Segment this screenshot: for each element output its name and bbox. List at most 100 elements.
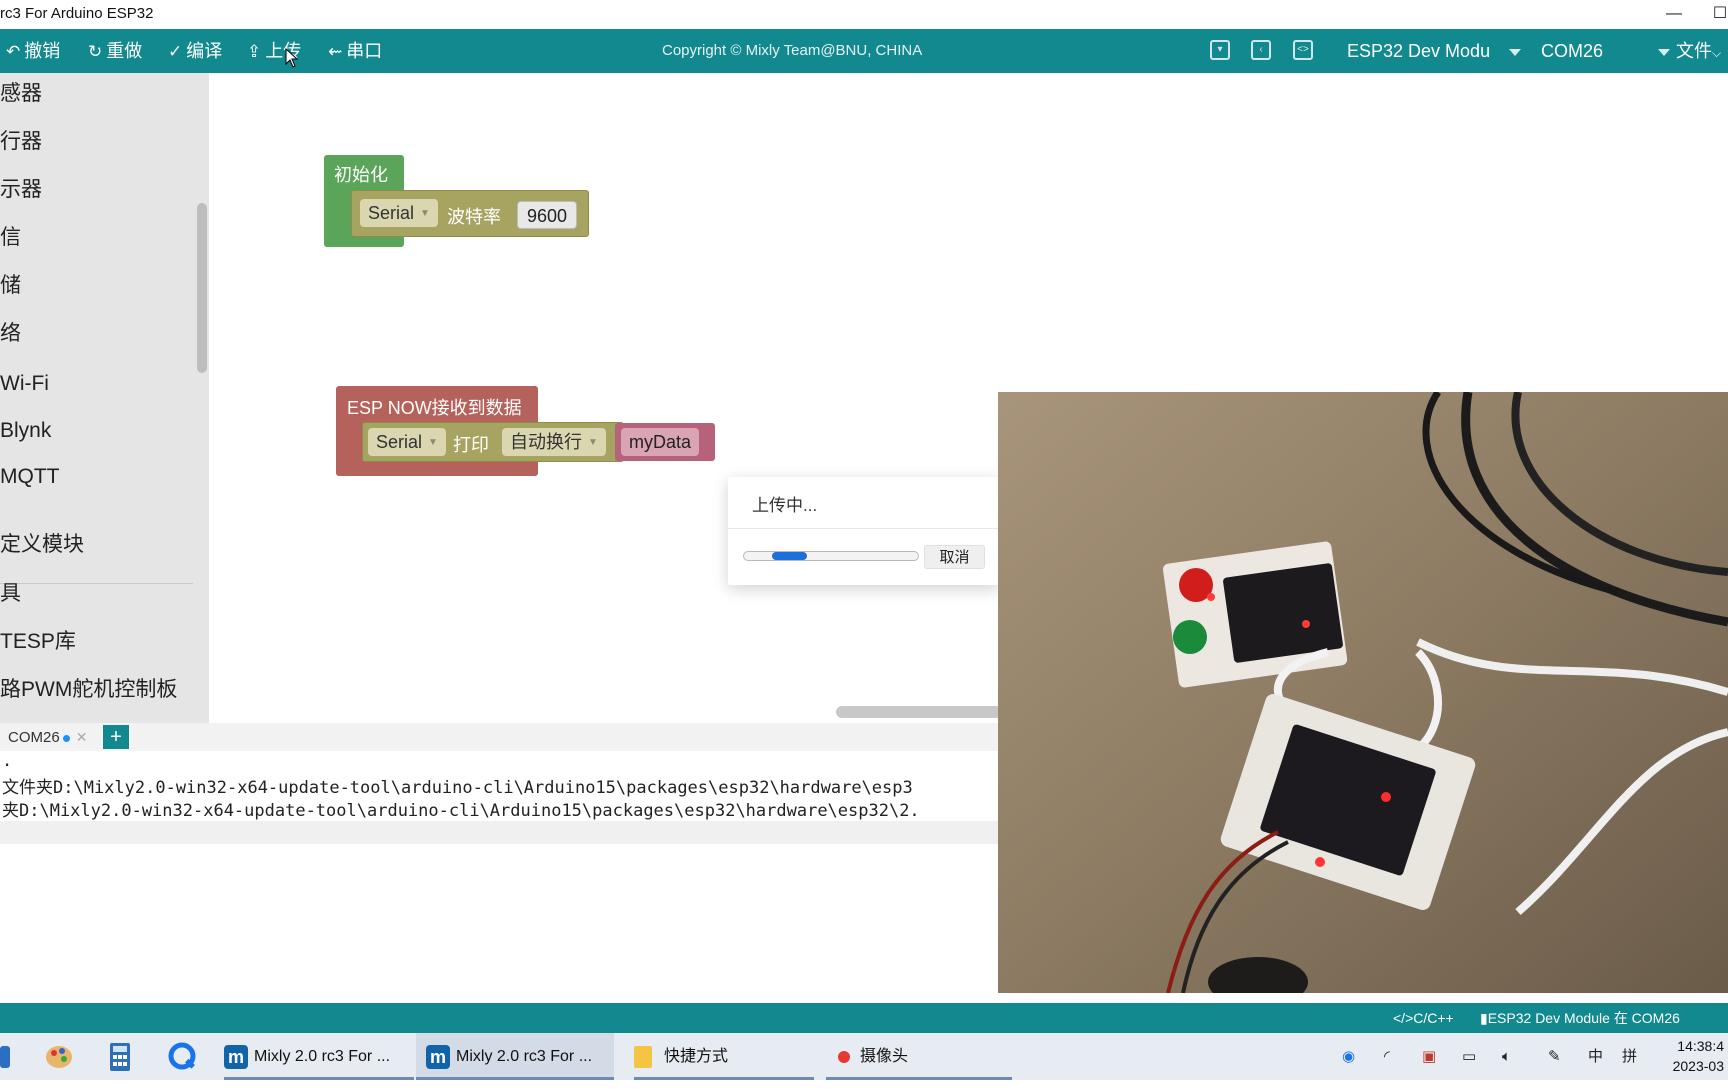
language-status[interactable]: </>C/C++ <box>1393 1003 1454 1033</box>
minimize-button[interactable]: — <box>1654 2 1694 26</box>
sidebar-item-sensors[interactable]: 感器 <box>0 77 42 107</box>
espnow-block-header: ESP NOW接收到数据 <box>347 398 522 418</box>
redo-icon: ↻ <box>88 42 103 61</box>
taskbar: m Mixly 2.0 rc3 For ... m Mixly 2.0 rc3 Fo… <box>0 1033 1728 1080</box>
window-title: rc3 For Arduino ESP32 <box>0 5 154 22</box>
title-bar: rc3 For Arduino ESP32 — ☐ <box>0 0 1728 29</box>
add-tab-button[interactable]: + <box>103 725 129 749</box>
battery-icon[interactable]: ▭ <box>1462 1033 1476 1080</box>
upload-dialog-title: 上传中... <box>752 496 818 515</box>
redo-label: 重做 <box>106 41 143 61</box>
chevron-down-icon <box>1509 48 1522 56</box>
mydata-variable[interactable]: myData <box>621 428 700 456</box>
upload-dialog: 上传中... 取消 <box>728 477 1000 585</box>
compile-button[interactable]: ✓ 编译 <box>168 29 222 73</box>
print-mode-value: 自动换行 <box>510 432 582 452</box>
language-label: C/C++ <box>1413 1010 1454 1026</box>
board-select[interactable]: ESP32 Dev Modu <box>1347 29 1522 73</box>
taskbar-app-mixly-1[interactable]: m Mixly 2.0 rc3 For ... <box>224 1033 414 1080</box>
taskbar-app-label: 摄像头 <box>860 1048 909 1065</box>
tab-com26[interactable]: COM26 ✕ <box>0 723 87 751</box>
sidebar-item-custom-module[interactable]: 定义模块 <box>0 528 84 558</box>
wifi-icon[interactable]: ◜ <box>1384 1033 1390 1080</box>
toolbar: ↶ 撤销 ↻ 重做 ✓ 编译 ⇪ 上传 ⇜ 串口 Copyright © Mixly Te… <box>0 29 1728 73</box>
mydata-variable-block[interactable]: myData <box>615 423 715 461</box>
clock[interactable]: 14:38:4 2023-03 <box>1673 1036 1724 1076</box>
upload-progress-fill <box>771 552 807 560</box>
redo-button[interactable]: ↻ 重做 <box>88 29 142 73</box>
cortana-icon[interactable]: ◉ <box>1342 1033 1355 1080</box>
paint-icon[interactable] <box>44 1033 78 1080</box>
sidebar-item-actuators[interactable]: 行器 <box>0 125 42 155</box>
sidebar-item-network[interactable]: 络 <box>0 317 21 347</box>
upload-progress-bar <box>743 551 919 561</box>
sidebar-item-esp-lib[interactable]: TESP库 <box>0 625 76 655</box>
clock-time: 14:38:4 <box>1677 1038 1724 1054</box>
file-menu-label: 文件 <box>1676 41 1712 61</box>
code-view-icon[interactable]: <> <box>1293 40 1313 60</box>
upload-icon: ⇪ <box>247 42 262 61</box>
taskbar-app-mixly-2[interactable]: m Mixly 2.0 rc3 For ... <box>416 1033 614 1080</box>
status-bar: </>C/C++ ▮ESP32 Dev Module 在 COM26 <box>0 1003 1728 1033</box>
check-icon: ✓ <box>168 42 183 61</box>
baud-input[interactable]: 9600 <box>517 201 577 229</box>
serial-input-row[interactable] <box>0 821 998 844</box>
security-icon[interactable]: ▣ <box>1422 1033 1436 1080</box>
calculator-icon[interactable] <box>108 1033 136 1080</box>
sidebar-item-tools[interactable]: 具 <box>0 577 21 607</box>
sidebar-divider <box>0 583 193 584</box>
cancel-upload-button[interactable]: 取消 <box>924 545 985 569</box>
chevron-down-icon: ▼ <box>420 208 430 220</box>
undo-button[interactable]: ↶ 撤销 <box>6 29 60 73</box>
camera-photo <box>998 392 1728 993</box>
undo-label: 撤销 <box>24 41 61 61</box>
volume-icon[interactable]: 🔈︎ <box>1502 1033 1511 1080</box>
serial-port-dropdown[interactable]: Serial ▼ <box>360 199 438 227</box>
print-label: 打印 <box>453 435 489 455</box>
sidebar-toggle-icon[interactable]: ‹ <box>1251 40 1271 60</box>
ime-mode[interactable]: 拼 <box>1622 1033 1637 1080</box>
folder-icon <box>634 1045 652 1068</box>
print-mode-dropdown[interactable]: 自动换行 ▼ <box>502 428 606 456</box>
output-line: 文件夹D:\Mixly2.0-win32-x64-update-tool\ard… <box>2 778 913 798</box>
tab-com26-label: COM26 <box>8 729 60 746</box>
undo-icon: ↶ <box>6 42 21 61</box>
sidebar-item-storage[interactable]: 储 <box>0 269 21 299</box>
sidebar-item-comm[interactable]: 信 <box>0 221 21 251</box>
serial-tab-bar: COM26 ✕ + <box>0 723 998 751</box>
start-icon[interactable] <box>0 1033 20 1080</box>
search-app-icon[interactable] <box>168 1033 200 1080</box>
camera-preview <box>998 392 1728 993</box>
taskbar-app-shortcut[interactable]: 快捷方式 <box>634 1033 814 1080</box>
archive-icon[interactable]: ▾ <box>1210 40 1230 60</box>
code-icon: </> <box>1393 1010 1414 1026</box>
serial-port-value: Serial <box>376 432 423 452</box>
close-icon[interactable]: ✕ <box>76 729 88 745</box>
maximize-button[interactable]: ☐ <box>1700 2 1728 26</box>
board-select-value: ESP32 Dev Modu <box>1347 41 1491 61</box>
taskbar-app-camera[interactable]: 摄像头 <box>826 1033 1012 1080</box>
mouse-cursor-icon <box>285 48 299 68</box>
serial-print-block[interactable]: Serial ▼ 打印 自动换行 ▼ <box>362 422 624 462</box>
sidebar-scrollbar[interactable] <box>197 203 207 373</box>
sidebar-item-displays[interactable]: 示器 <box>0 173 42 203</box>
pen-icon[interactable]: ✎ <box>1548 1033 1561 1080</box>
output-line: 夹D:\Mixly2.0-win32-x64-update-tool\ardui… <box>2 801 920 821</box>
port-select[interactable]: COM26 <box>1541 29 1671 73</box>
serial-button[interactable]: ⇜ 串口 <box>328 29 382 73</box>
sidebar-item-pwm-servo[interactable]: 路PWM舵机控制板 <box>0 673 177 703</box>
sidebar-item-blynk[interactable]: Blynk <box>0 419 51 443</box>
ime-language[interactable]: 中 <box>1588 1033 1603 1080</box>
clock-date: 2023-03 <box>1672 1058 1724 1074</box>
sidebar-item-mqtt[interactable]: MQTT <box>0 465 59 489</box>
init-block-header: 初始化 <box>334 165 388 185</box>
baud-label: 波特率 <box>447 207 501 227</box>
sidebar-item-wifi[interactable]: Wi-Fi <box>0 372 49 396</box>
serial-begin-block[interactable]: Serial ▼ 波特率 9600 <box>351 190 589 237</box>
board-status[interactable]: ▮ESP32 Dev Module 在 COM26 <box>1480 1003 1680 1033</box>
chevron-down-icon: ▼ <box>588 437 598 449</box>
record-icon <box>838 1050 850 1063</box>
serial-port-dropdown[interactable]: Serial ▼ <box>368 428 446 456</box>
file-menu[interactable]: 文件⌵ <box>1676 29 1721 73</box>
mixly-logo-icon: m <box>224 1044 248 1069</box>
